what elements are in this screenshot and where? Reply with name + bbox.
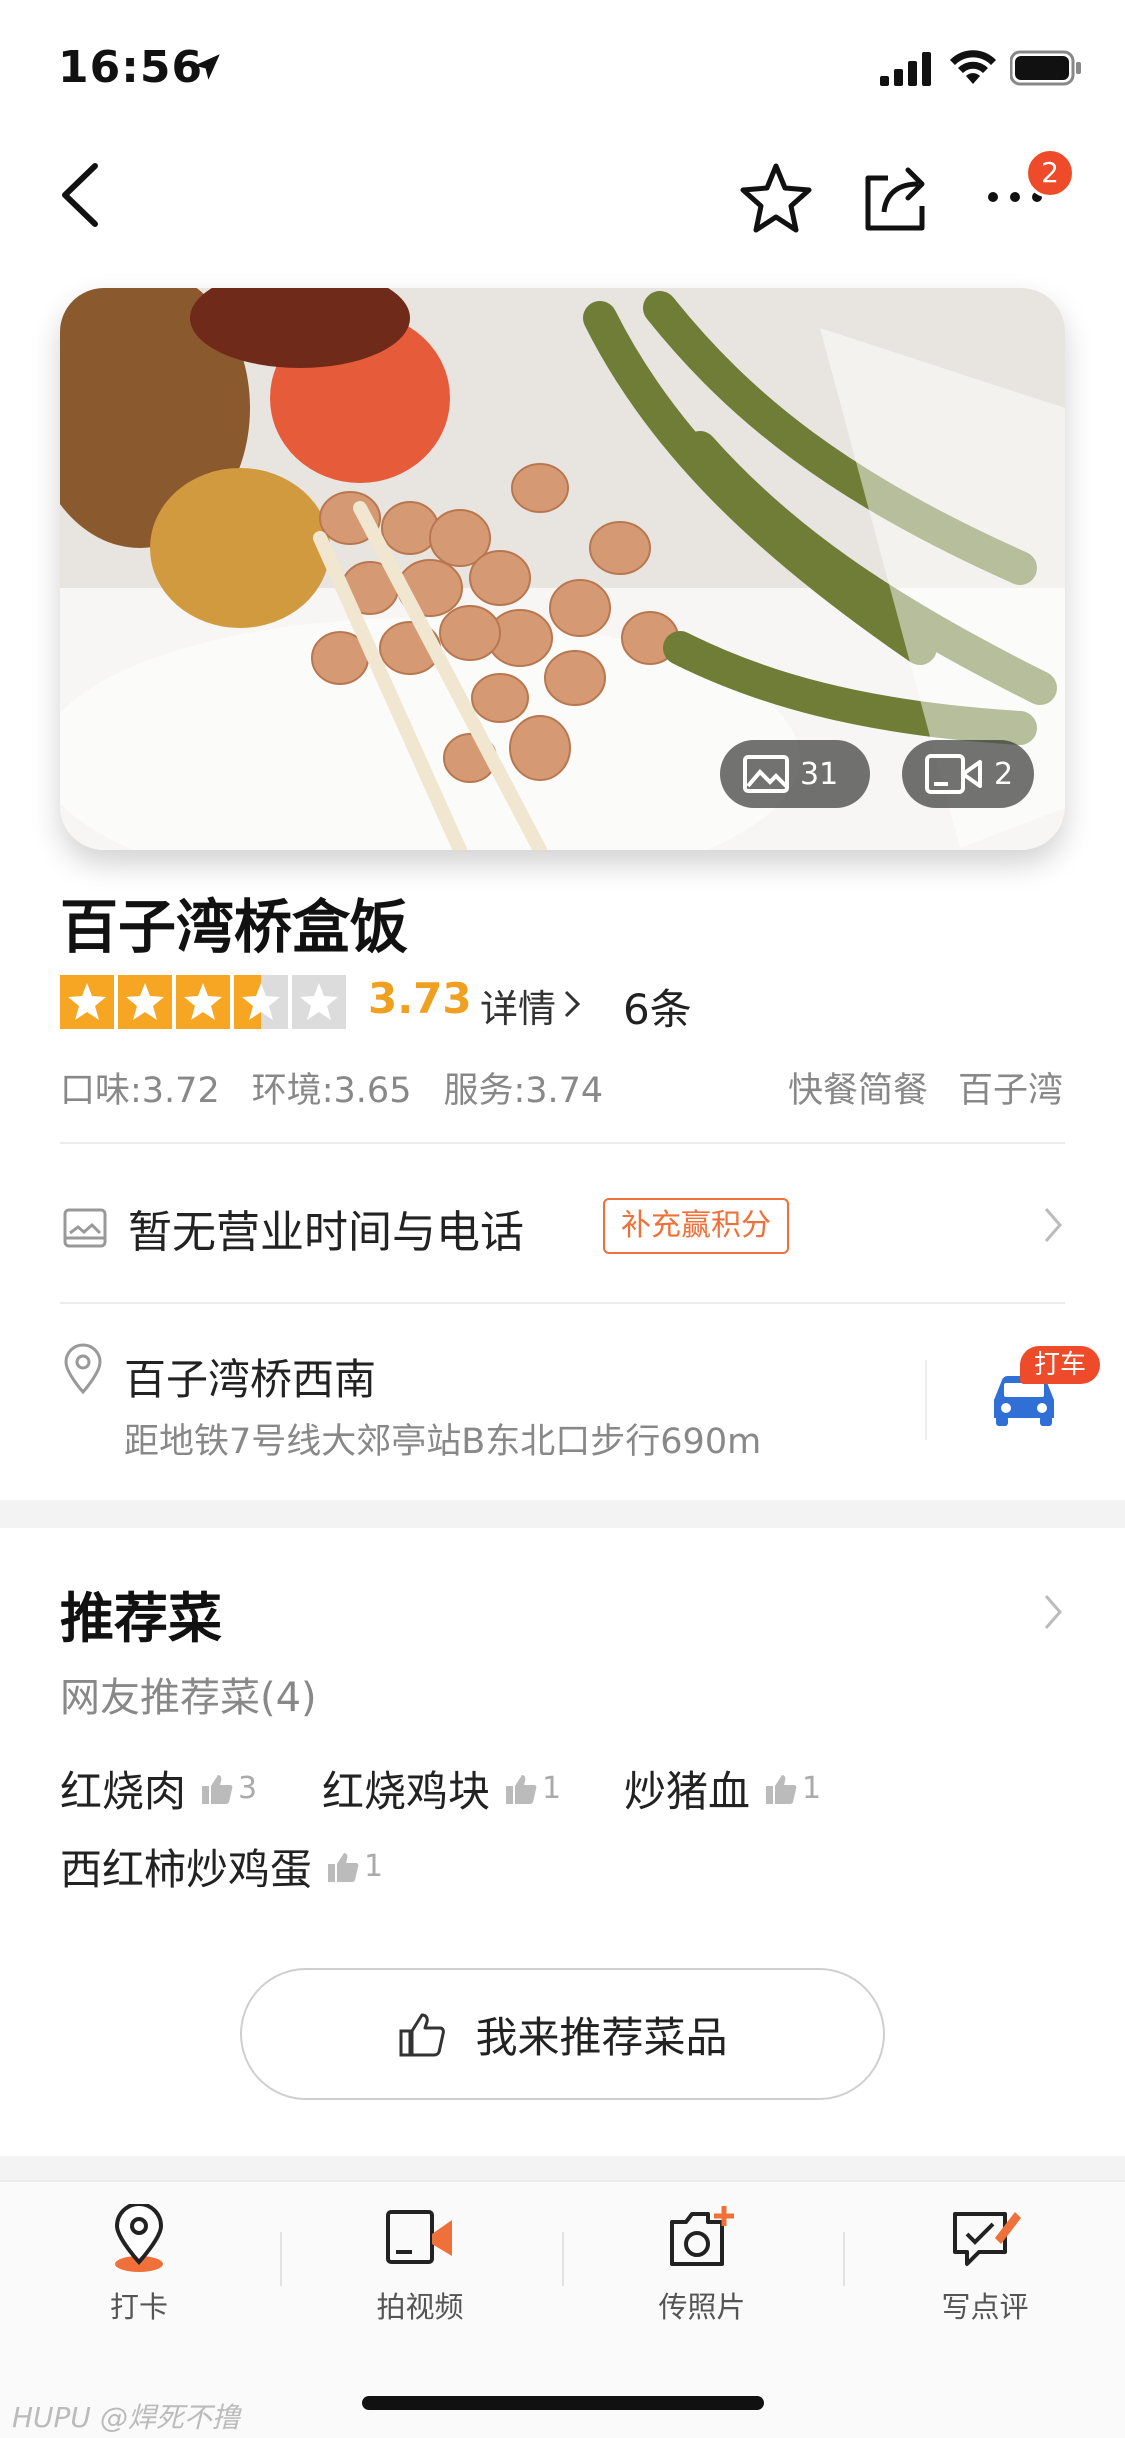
tab-photo[interactable]: 传照片 — [627, 2204, 777, 2326]
dish-item[interactable]: 西红柿炒鸡蛋 1 — [60, 1836, 383, 1897]
vertical-divider — [925, 1360, 927, 1440]
notification-badge: 2 — [1025, 148, 1075, 198]
battery-icon — [1010, 50, 1081, 86]
shop-hours-icon — [63, 1208, 107, 1248]
tab-separator — [843, 2232, 845, 2286]
thumbs-up-outline-icon — [399, 2013, 446, 2057]
shop-name: 百子湾桥盒饭 — [60, 893, 409, 961]
wifi-icon — [950, 50, 996, 84]
chevron-right-icon[interactable] — [1042, 1205, 1064, 1245]
hours-text[interactable]: 暂无营业时间与电话 — [128, 1196, 524, 1260]
area-tag[interactable]: 百子湾 — [958, 1071, 1063, 1111]
dish-item[interactable]: 红烧鸡块 1 — [322, 1758, 561, 1819]
taxi-badge[interactable]: 打车 — [1020, 1346, 1101, 1384]
chevron-right-icon[interactable] — [1042, 1592, 1064, 1632]
tab-checkin[interactable]: 打卡 — [64, 2202, 214, 2326]
video-camera-icon — [386, 2210, 452, 2264]
camera-plus-icon — [670, 2206, 734, 2266]
dish-likes: 3 — [238, 1771, 258, 1806]
thumbs-up-icon — [766, 1774, 797, 1804]
star-icon — [176, 975, 230, 1029]
video-count-pill[interactable]: 2 — [902, 740, 1034, 808]
dish-likes: 1 — [364, 1849, 384, 1884]
rating-stars — [60, 975, 346, 1029]
star-icon — [60, 975, 114, 1029]
favorite-star-icon[interactable] — [738, 160, 814, 236]
section-gap — [0, 2156, 1125, 2180]
hero-image[interactable]: 31 2 — [60, 288, 1065, 850]
rating-detail-link[interactable]: 详情 — [480, 978, 556, 1033]
watermark: HUPU @焊死不撸 — [12, 2401, 240, 2434]
metro-distance: 距地铁7号线大郊亭站B东北口步行690m — [124, 1422, 762, 1462]
image-icon — [743, 755, 789, 793]
section-gap — [0, 1500, 1125, 1528]
dish-item[interactable]: 红烧肉 3 — [60, 1758, 257, 1819]
dish-name: 红烧鸡块 — [322, 1767, 491, 1816]
divider — [60, 1142, 1065, 1144]
home-indicator[interactable] — [362, 2396, 764, 2410]
dish-name: 炒猪血 — [624, 1767, 751, 1816]
recommend-dish-button[interactable]: 我来推荐菜品 — [240, 1968, 885, 2100]
tab-video[interactable]: 拍视频 — [345, 2204, 495, 2326]
location-arrow-icon — [194, 54, 220, 80]
video-count: 2 — [994, 756, 1014, 792]
half-star-icon — [234, 975, 288, 1029]
category-tag[interactable]: 快餐简餐 — [788, 1071, 928, 1111]
location-pin-icon — [64, 1343, 102, 1395]
shop-tags: 快餐简餐 百子湾 — [758, 1062, 1063, 1113]
share-icon[interactable] — [860, 162, 930, 234]
thumbs-up-icon — [328, 1852, 359, 1882]
rating-score: 3.73 — [368, 974, 472, 1023]
dish-item[interactable]: 炒猪血 1 — [624, 1758, 821, 1819]
tab-review[interactable]: 写点评 — [910, 2204, 1060, 2326]
address[interactable]: 百子湾桥西南 — [124, 1346, 376, 1407]
tab-label: 写点评 — [941, 2290, 1029, 2324]
status-time: 16:56 — [58, 42, 204, 93]
divider — [60, 1302, 1065, 1304]
video-icon — [925, 754, 982, 794]
recommend-subtitle[interactable]: 网友推荐菜(4) — [60, 1665, 317, 1723]
recommend-title: 推荐菜 — [60, 1587, 222, 1650]
service-score: 服务:3.74 — [443, 1071, 604, 1111]
sub-scores: 口味:3.72 环境:3.65 服务:3.74 — [60, 1062, 635, 1113]
tab-label: 打卡 — [109, 2290, 168, 2324]
location-pin-icon — [114, 2202, 164, 2272]
recommend-dish-label: 我来推荐菜品 — [475, 2012, 728, 2062]
write-review-icon — [953, 2212, 1021, 2266]
dish-likes: 1 — [542, 1771, 562, 1806]
tab-label: 传照片 — [658, 2290, 746, 2324]
environment-score: 环境:3.65 — [251, 1071, 412, 1111]
taste-score: 口味:3.72 — [60, 1071, 220, 1111]
thumbs-up-icon — [506, 1774, 537, 1804]
tab-separator — [562, 2232, 564, 2286]
dish-name: 西红柿炒鸡蛋 — [60, 1845, 313, 1894]
tab-label: 拍视频 — [376, 2290, 464, 2324]
thumbs-up-icon — [202, 1774, 233, 1804]
tab-separator — [280, 2232, 282, 2286]
back-icon[interactable] — [55, 160, 105, 230]
earn-points-tag[interactable]: 补充赢积分 — [603, 1198, 789, 1254]
star-icon — [118, 975, 172, 1029]
review-count[interactable]: 6条 — [623, 976, 692, 1037]
chevron-right-icon — [564, 990, 581, 1018]
empty-star-icon — [292, 975, 346, 1029]
dish-likes: 1 — [802, 1771, 822, 1806]
photo-count: 31 — [800, 756, 839, 792]
cellular-signal-icon — [880, 52, 931, 86]
photo-count-pill[interactable]: 31 — [720, 740, 870, 808]
dish-name: 红烧肉 — [60, 1767, 187, 1816]
